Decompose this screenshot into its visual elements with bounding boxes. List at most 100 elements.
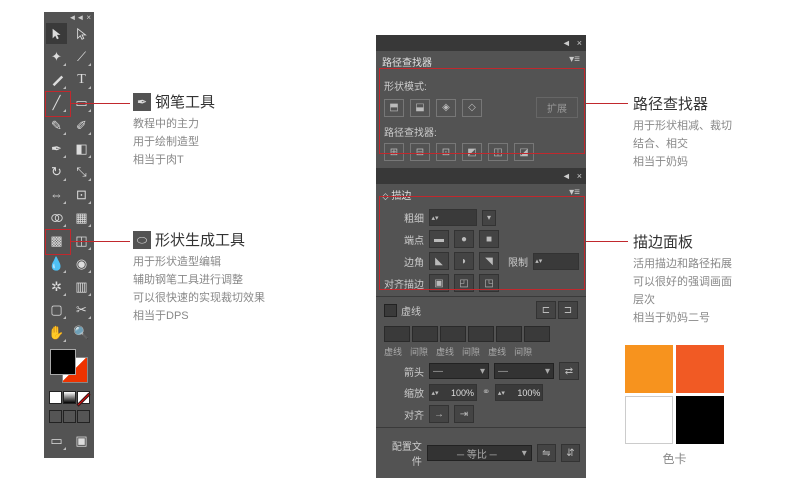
limit-input[interactable]: ▴▾ — [533, 253, 579, 270]
expand-button[interactable]: 扩展 — [536, 97, 578, 118]
collapse-icon[interactable]: ◄ — [562, 171, 571, 181]
pencil-tool[interactable]: ✐ — [71, 115, 92, 136]
panel-header: ◄◄ × — [44, 14, 94, 22]
dash-input[interactable] — [384, 326, 410, 342]
pf-annotation: 路径查找器 用于形状相减、裁切结合、相交相当于奶妈 — [633, 93, 800, 171]
blob-brush-tool[interactable]: ✒ — [46, 138, 67, 159]
arrow-label: 箭头 — [382, 364, 424, 379]
lasso-tool[interactable]: ⟋ — [71, 46, 92, 67]
draw-behind[interactable] — [63, 410, 76, 423]
close-icon[interactable]: × — [86, 14, 91, 22]
weight-input[interactable]: ▴▾ — [429, 209, 477, 226]
eyedropper-tool[interactable]: 💧 — [46, 253, 67, 274]
slice-tool[interactable]: ✂ — [71, 299, 92, 320]
dash-input[interactable] — [440, 326, 466, 342]
screen-mode[interactable]: ▭ — [46, 430, 67, 451]
dash-checkbox[interactable] — [384, 304, 397, 317]
symbol-tool[interactable]: ✲ — [46, 276, 67, 297]
mesh-tool[interactable]: ▩ — [46, 230, 67, 251]
divide-icon[interactable]: ⊞ — [384, 143, 404, 161]
screen-mode-2[interactable]: ▣ — [71, 430, 92, 451]
pathfinder-tab[interactable]: 路径查找器 — [376, 51, 438, 72]
intersect-icon[interactable]: ◈ — [436, 99, 456, 117]
minus-front-icon[interactable]: ⬓ — [410, 99, 430, 117]
flip-y[interactable]: ⇵ — [561, 444, 580, 462]
profile-select[interactable]: ─ 等比 ─▾ — [427, 445, 532, 461]
draw-normal[interactable] — [49, 410, 62, 423]
arrow-end[interactable]: — ▾ — [494, 363, 554, 379]
flip-x[interactable]: ⇋ — [537, 444, 556, 462]
line-tool[interactable]: ╱ — [46, 92, 67, 113]
dash-label: 虚线 — [401, 303, 421, 318]
fill-mode-row — [49, 391, 90, 404]
outline-icon[interactable]: ◫ — [488, 143, 508, 161]
pen-annotation: ✒钢笔工具 教程中的主力用于绘制造型相当于肉T — [133, 91, 303, 169]
align-center[interactable]: ▣ — [429, 274, 449, 292]
corner-label: 边角 — [382, 254, 424, 269]
collapse-icon[interactable]: ◄◄ — [68, 14, 84, 22]
magic-wand-tool[interactable]: ✦ — [46, 46, 67, 67]
menu-icon[interactable]: ▾≡ — [563, 184, 586, 205]
corner-round[interactable]: ◗ — [454, 252, 474, 270]
crop-icon[interactable]: ◩ — [462, 143, 482, 161]
pen-icon: ✒ — [133, 93, 151, 111]
fill-gradient[interactable] — [63, 391, 76, 404]
weight-dropdown[interactable]: ▾ — [482, 210, 496, 226]
fill-none[interactable] — [77, 391, 90, 404]
perspective-tool[interactable]: ▦ — [71, 207, 92, 228]
color-swatch-black — [676, 396, 724, 444]
dash-preserve[interactable]: ⊏ — [536, 301, 556, 319]
exclude-icon[interactable]: ◇ — [462, 99, 482, 117]
collapse-icon[interactable]: ◄ — [562, 38, 571, 48]
trim-icon[interactable]: ⊟ — [410, 143, 430, 161]
scale-tool[interactable]: ⤡ — [71, 161, 92, 182]
scale-start[interactable]: ▴▾100% — [429, 384, 477, 401]
artboard-tool[interactable]: ▢ — [46, 299, 67, 320]
close-icon[interactable]: × — [577, 38, 582, 48]
cap-butt[interactable]: ▬ — [429, 230, 449, 248]
blend-tool[interactable]: ◉ — [71, 253, 92, 274]
align-outside[interactable]: ◳ — [479, 274, 499, 292]
width-tool[interactable]: ⇔ — [46, 184, 67, 205]
scale-label: 缩放 — [382, 385, 424, 400]
dash-align[interactable]: ⊐ — [558, 301, 578, 319]
cap-square[interactable]: ■ — [479, 230, 499, 248]
scale-end[interactable]: ▴▾100% — [495, 384, 543, 401]
color-swatch-white — [625, 396, 673, 444]
merge-icon[interactable]: ⊡ — [436, 143, 456, 161]
selection-tool[interactable] — [46, 23, 67, 44]
close-icon[interactable]: × — [577, 171, 582, 181]
dash-input[interactable] — [496, 326, 522, 342]
minus-back-icon[interactable]: ◪ — [514, 143, 534, 161]
type-tool[interactable]: T — [71, 69, 92, 90]
color-swatch[interactable] — [47, 347, 91, 385]
eraser-tool[interactable]: ◧ — [71, 138, 92, 159]
gap-input[interactable] — [412, 326, 438, 342]
align-end[interactable]: ⇥ — [454, 405, 474, 423]
align-tip[interactable]: → — [429, 405, 449, 423]
fill-solid[interactable] — [49, 391, 62, 404]
graph-tool[interactable]: ▥ — [71, 276, 92, 297]
draw-inside[interactable] — [77, 410, 90, 423]
align-inside[interactable]: ◰ — [454, 274, 474, 292]
brush-tool[interactable]: ✎ — [46, 115, 67, 136]
zoom-tool[interactable]: 🔍 — [71, 322, 92, 343]
gap-input[interactable] — [524, 326, 550, 342]
hand-tool[interactable]: ✋ — [46, 322, 67, 343]
align-label: 对齐 — [382, 407, 424, 422]
shape-builder-tool[interactable] — [46, 207, 67, 228]
swap-arrows[interactable]: ⇄ — [559, 362, 579, 380]
pen-tool[interactable] — [46, 69, 67, 90]
rotate-tool[interactable]: ↻ — [46, 161, 67, 182]
unite-icon[interactable]: ⬒ — [384, 99, 404, 117]
stroke-tab[interactable]: ◇ 描边 — [376, 184, 417, 205]
corner-bevel[interactable]: ◥ — [479, 252, 499, 270]
direct-select-tool[interactable] — [71, 23, 92, 44]
free-transform-tool[interactable]: ⊡ — [71, 184, 92, 205]
arrow-start[interactable]: — ▾ — [429, 363, 489, 379]
menu-icon[interactable]: ▾≡ — [563, 51, 586, 72]
corner-miter[interactable]: ◣ — [429, 252, 449, 270]
cap-round[interactable]: ● — [454, 230, 474, 248]
panel-header: ◄× — [376, 168, 586, 184]
gap-input[interactable] — [468, 326, 494, 342]
